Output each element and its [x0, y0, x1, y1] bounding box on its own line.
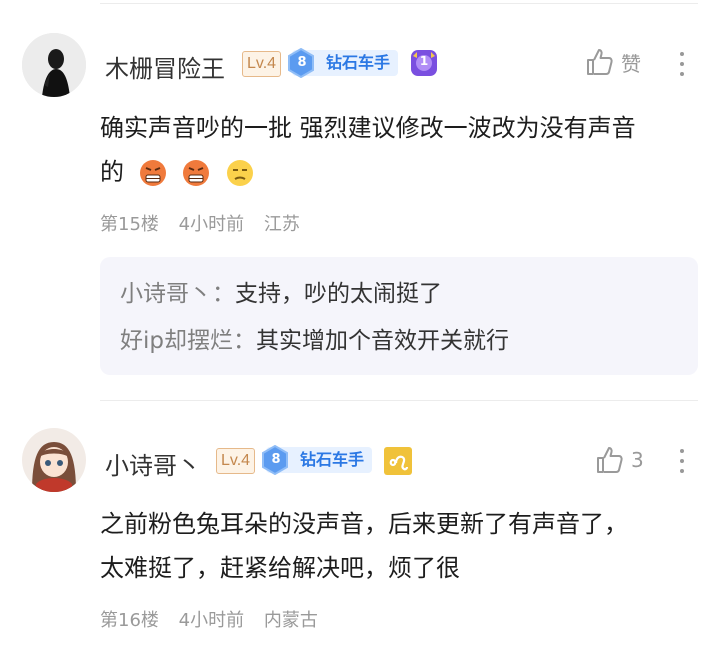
divider	[100, 400, 698, 401]
like-count: 3	[631, 448, 644, 472]
location: 江苏	[263, 214, 300, 235]
medal-icon: 1	[409, 48, 439, 78]
unamused-face-icon	[226, 160, 253, 186]
level-badge: Lv.4	[242, 51, 282, 77]
medal-number: 1	[419, 54, 429, 68]
rank-label: 钻石车手	[300, 450, 365, 469]
comment-text-line: 太难挺了，赶紧给解决吧，烦了很	[100, 554, 460, 582]
location: 内蒙古	[263, 610, 318, 631]
reply-separator: ：	[212, 281, 235, 307]
username[interactable]: 小诗哥丶	[105, 446, 201, 481]
comment-text-line: 的	[100, 150, 700, 194]
comment-text-line: 之前粉色兔耳朵的没声音，后来更新了有声音了，	[100, 510, 628, 538]
reply-box[interactable]: 小诗哥丶：支持，吵的太闹挺了 好ip却摆烂：其实增加个音效开关就行	[100, 257, 698, 375]
comment-text-line: 确实声音吵的一批 强烈建议修改一波改为没有声音	[100, 114, 636, 142]
reply-author[interactable]: 小诗哥丶	[120, 281, 212, 307]
username[interactable]: 木栅冒险王	[105, 49, 225, 84]
thumbs-up-icon	[597, 447, 623, 473]
level-badge: Lv.4	[216, 448, 256, 474]
rank-label: 钻石车手	[326, 53, 391, 72]
angry-face-icon	[183, 160, 210, 186]
angry-face-icon	[139, 160, 166, 186]
reply-author[interactable]: 好ip却摆烂	[120, 328, 233, 354]
rank-badge: 8 钻石车手	[288, 48, 399, 78]
floor-number: 第15楼	[100, 214, 159, 235]
zodiac-leo-icon	[384, 447, 412, 475]
post-time: 4小时前	[178, 610, 245, 631]
reply-item: 小诗哥丶：支持，吵的太闹挺了	[120, 274, 442, 308]
like-button[interactable]: 3	[595, 445, 644, 475]
more-options-icon[interactable]	[679, 449, 685, 479]
floor-number: 第16楼	[100, 610, 159, 631]
comment-text: 确实声音吵的一批 强烈建议修改一波改为没有声音 的	[100, 106, 700, 194]
avatar[interactable]	[22, 428, 86, 492]
more-options-icon[interactable]	[679, 52, 685, 82]
comment-meta: 第15楼 4小时前 江苏	[100, 210, 314, 236]
reply-item: 好ip却摆烂：其实增加个音效开关就行	[120, 321, 509, 355]
comment-text: 之前粉色兔耳朵的没声音，后来更新了有声音了， 太难挺了，赶紧给解决吧，烦了很	[100, 502, 700, 590]
comment-meta: 第16楼 4小时前 内蒙古	[100, 606, 332, 632]
reply-text: 支持，吵的太闹挺了	[235, 281, 442, 307]
comment-text-tail: 的	[100, 158, 124, 186]
like-label: 赞	[621, 51, 641, 76]
avatar[interactable]	[22, 33, 86, 97]
thumbs-up-icon	[587, 49, 613, 75]
reply-separator: ：	[233, 328, 256, 354]
rank-badge: 8 钻石车手	[262, 445, 373, 475]
divider-top	[100, 3, 698, 4]
reply-text: 其实增加个音效开关就行	[256, 328, 509, 354]
rank-number: 8	[271, 452, 281, 467]
like-button[interactable]: 赞	[585, 47, 641, 77]
rank-number: 8	[297, 55, 307, 70]
post-time: 4小时前	[178, 214, 245, 235]
